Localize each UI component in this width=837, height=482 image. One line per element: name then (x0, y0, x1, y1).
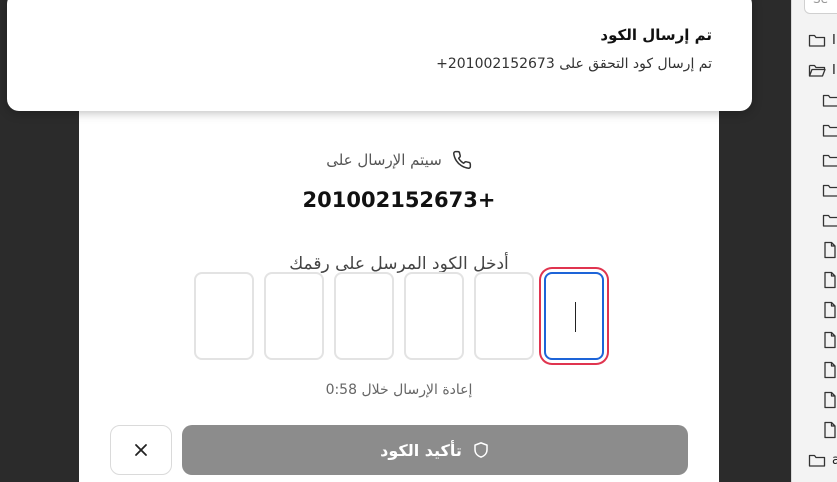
resend-timer: إعادة الإرسال خلال 0:58 (325, 382, 473, 398)
otp-digit-4[interactable] (334, 272, 394, 360)
tree-item-file[interactable] (822, 358, 837, 382)
otp-digit-3[interactable] (404, 272, 464, 360)
tree-item-label: Ⅰ (832, 32, 836, 48)
text-caret (575, 302, 576, 332)
tree-item-folder[interactable] (822, 118, 837, 142)
phone-number: 201002152673+ (302, 188, 496, 212)
sidebar-search-input[interactable]: Se (804, 0, 837, 14)
file-icon (824, 331, 836, 349)
toast-notification: تم إرسال الكود تم إرسال كود التحقق على 2… (7, 0, 752, 111)
folder-icon (822, 214, 837, 227)
tree-item-folder-open[interactable]: Ⅰ (808, 58, 836, 82)
otp-input-group (194, 272, 604, 360)
send-to-row: سيتم الإرسال على (79, 150, 719, 170)
close-icon (135, 444, 147, 456)
phone-icon (452, 150, 471, 169)
tree-item-label: a (832, 453, 837, 468)
otp-digit-5[interactable] (264, 272, 324, 360)
tree-item-file[interactable] (822, 238, 837, 262)
tree-item-folder[interactable] (822, 88, 837, 112)
otp-digit-6[interactable] (194, 272, 254, 360)
folder-icon (822, 154, 837, 167)
shield-icon (474, 442, 488, 458)
folder-icon (808, 34, 826, 47)
file-icon (824, 271, 836, 289)
enter-code-label: أدخل الكود المرسل على رقمك (289, 254, 509, 274)
tree-item-folder[interactable] (822, 178, 837, 202)
file-icon (824, 361, 836, 379)
folder-icon (808, 454, 826, 467)
toast-message: تم إرسال كود التحقق على 201002152673+ (436, 56, 712, 72)
cancel-button[interactable] (110, 425, 172, 475)
tree-item-file[interactable] (822, 388, 837, 412)
otp-digit-1[interactable] (544, 272, 604, 360)
otp-digit-2[interactable] (474, 272, 534, 360)
tree-item-file[interactable] (822, 268, 837, 292)
send-to-label: سيتم الإرسال على (326, 151, 442, 169)
folder-open-icon (808, 64, 826, 77)
confirm-code-button[interactable]: تأكيد الكود (182, 425, 688, 475)
tree-item-file[interactable] (822, 418, 837, 442)
tree-item-file[interactable] (822, 298, 837, 322)
tree-item-folder[interactable]: a (808, 448, 837, 472)
tree-item-file[interactable] (822, 328, 837, 352)
folder-icon (822, 184, 837, 197)
file-icon (824, 421, 836, 439)
tree-item-label: Ⅰ (832, 62, 836, 78)
folder-icon (822, 124, 837, 137)
folder-icon (822, 94, 837, 107)
toast-title: تم إرسال الكود (600, 26, 712, 44)
file-icon (824, 241, 836, 259)
tree-item-folder[interactable] (822, 148, 837, 172)
file-explorer-sidebar: Se Ⅰ Ⅰ a (791, 0, 837, 482)
confirm-code-label: تأكيد الكود (380, 440, 462, 460)
tree-item-folder[interactable]: Ⅰ (808, 28, 836, 52)
tree-item-folder[interactable] (822, 208, 837, 232)
file-icon (824, 301, 836, 319)
file-icon (824, 391, 836, 409)
